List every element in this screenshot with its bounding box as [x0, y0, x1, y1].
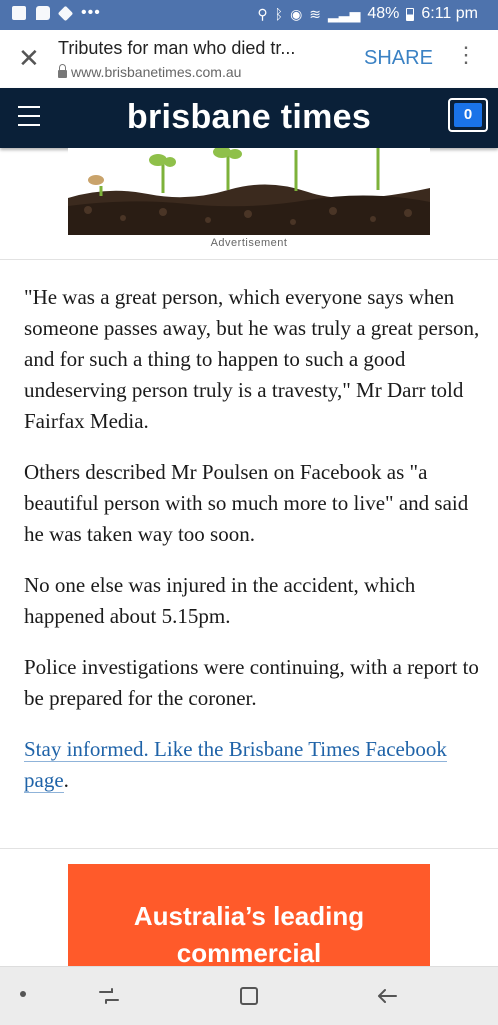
- clock: 6:11 pm: [421, 5, 478, 22]
- notification-count: 0: [454, 103, 482, 127]
- site-logo[interactable]: brisbane times: [0, 98, 498, 137]
- advertisement-label: Advertisement: [210, 237, 288, 249]
- bluetooth-icon: ᛒ: [274, 6, 284, 22]
- article-body: "He was a great person, which everyone s…: [24, 282, 480, 816]
- close-icon[interactable]: ✕: [18, 45, 40, 71]
- banner-advertisement[interactable]: Australia’s leading commercial: [68, 864, 430, 970]
- signal-icon: ▂▃▅: [328, 5, 361, 22]
- location-icon: ⚲: [257, 5, 268, 22]
- browser-url-bar: ✕ Tributes for man who died tr... www.br…: [0, 30, 498, 89]
- cta-suffix: .: [63, 768, 69, 792]
- share-button[interactable]: SHARE: [364, 47, 433, 70]
- article-paragraph: Police investigations were continuing, w…: [24, 655, 479, 710]
- divider: [0, 259, 498, 260]
- url-domain-row[interactable]: www.brisbanetimes.com.au: [58, 63, 242, 80]
- battery-percent: 48%: [367, 5, 400, 22]
- url-domain: www.brisbanetimes.com.au: [71, 64, 242, 80]
- article-paragraph: "He was a great person, which everyone s…: [24, 285, 480, 433]
- more-notifications-icon: •••: [81, 4, 101, 21]
- wifi-icon: ≋: [309, 5, 322, 22]
- article-paragraph: No one else was injured in the accident,…: [24, 573, 416, 628]
- message-icon: [36, 6, 50, 20]
- notification-button[interactable]: 0: [448, 98, 488, 132]
- site-header: brisbane times 0: [0, 88, 498, 148]
- back-icon[interactable]: [372, 981, 402, 1011]
- outlook-icon: [12, 6, 26, 20]
- seedlings-illustration: [68, 148, 430, 235]
- banner-text: Australia’s leading commercial: [68, 898, 430, 970]
- dot-icon[interactable]: [20, 991, 26, 997]
- lock-icon: [58, 63, 67, 78]
- facebook-cta: Stay informed. Like the Brisbane Times F…: [24, 734, 480, 796]
- facebook-page-link[interactable]: Stay informed. Like the Brisbane Times F…: [24, 737, 447, 793]
- alarm-icon: ◉: [290, 5, 303, 22]
- diamond-icon: [57, 5, 74, 21]
- banner-line-2: commercial: [176, 938, 322, 968]
- page-title[interactable]: Tributes for man who died tr...: [58, 38, 348, 59]
- status-bar: ••• ⚲ ᛒ ◉ ≋ ▂▃▅ 48% 6:11 pm: [0, 0, 498, 30]
- home-icon[interactable]: [234, 981, 264, 1011]
- divider: [0, 848, 498, 849]
- banner-line-1: Australia’s leading: [133, 901, 365, 931]
- advertisement-image[interactable]: [68, 148, 430, 235]
- system-navigation-bar: [0, 966, 498, 1025]
- more-options-icon[interactable]: ⋮: [455, 44, 477, 66]
- recents-icon[interactable]: [94, 981, 124, 1011]
- article-paragraph: Others described Mr Poulsen on Facebook …: [24, 460, 469, 546]
- battery-icon: [406, 7, 415, 21]
